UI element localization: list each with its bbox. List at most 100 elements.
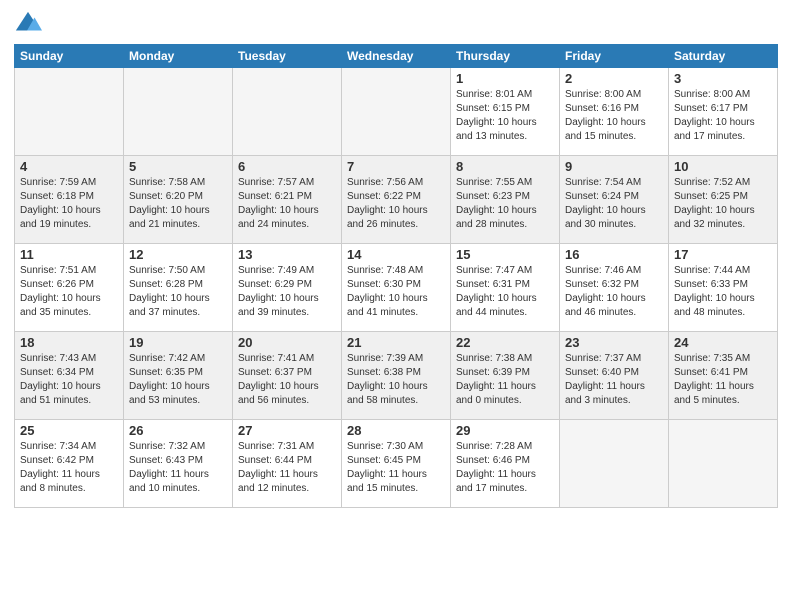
day-info: Sunrise: 7:50 AMSunset: 6:28 PMDaylight:… [129, 264, 227, 320]
day-number: 23 [565, 335, 663, 350]
day-number: 11 [20, 247, 118, 262]
day-number: 2 [565, 71, 663, 86]
day-info: Sunrise: 7:28 AMSunset: 6:46 PMDaylight:… [456, 440, 554, 496]
calendar-day-cell [342, 68, 451, 156]
calendar-day-cell: 15 Sunrise: 7:47 AMSunset: 6:31 PMDayligh… [451, 244, 560, 332]
day-number: 5 [129, 159, 227, 174]
day-number: 18 [20, 335, 118, 350]
calendar-day-cell: 9Sunrise: 7:54 AMSunset: 6:24 PMDaylight… [560, 156, 669, 244]
calendar-day-cell: 5Sunrise: 7:58 AMSunset: 6:20 PMDaylight… [124, 156, 233, 244]
calendar-day-header: Monday [124, 45, 233, 68]
calendar-day-cell: 26 Sunrise: 7:32 AMSunset: 6:43 PMDayligh… [124, 420, 233, 508]
day-info: Sunrise: 7:38 AMSunset: 6:39 PMDaylight:… [456, 352, 554, 408]
calendar-header-row: SundayMondayTuesdayWednesdayThursdayFrid… [15, 45, 778, 68]
day-number: 28 [347, 423, 445, 438]
day-number: 29 [456, 423, 554, 438]
calendar-day-header: Tuesday [233, 45, 342, 68]
day-number: 24 [674, 335, 772, 350]
calendar-day-cell: 13 Sunrise: 7:49 AMSunset: 6:29 PMDayligh… [233, 244, 342, 332]
calendar-week-row: 1Sunrise: 8:01 AMSunset: 6:15 PMDaylight… [15, 68, 778, 156]
day-number: 22 [456, 335, 554, 350]
day-number: 21 [347, 335, 445, 350]
calendar-day-header: Sunday [15, 45, 124, 68]
calendar-day-cell: 1Sunrise: 8:01 AMSunset: 6:15 PMDaylight… [451, 68, 560, 156]
day-number: 20 [238, 335, 336, 350]
day-info: Sunrise: 7:52 AMSunset: 6:25 PMDaylight:… [674, 176, 772, 232]
day-number: 8 [456, 159, 554, 174]
calendar-day-cell: 18 Sunrise: 7:43 AMSunset: 6:34 PMDayligh… [15, 332, 124, 420]
calendar-week-row: 4 Sunrise: 7:59 AMSunset: 6:18 PMDaylight… [15, 156, 778, 244]
day-info: Sunrise: 7:37 AMSunset: 6:40 PMDaylight:… [565, 352, 663, 408]
day-info: Sunrise: 7:46 AMSunset: 6:32 PMDaylight:… [565, 264, 663, 320]
calendar-day-cell: 22 Sunrise: 7:38 AMSunset: 6:39 PMDayligh… [451, 332, 560, 420]
calendar-day-cell: 2 Sunrise: 8:00 AMSunset: 6:16 PMDaylight… [560, 68, 669, 156]
calendar-day-cell: 19 Sunrise: 7:42 AMSunset: 6:35 PMDayligh… [124, 332, 233, 420]
calendar-day-header: Thursday [451, 45, 560, 68]
day-number: 15 [456, 247, 554, 262]
calendar-day-cell [669, 420, 778, 508]
page: SundayMondayTuesdayWednesdayThursdayFrid… [0, 0, 792, 612]
day-number: 17 [674, 247, 772, 262]
calendar-day-cell: 23 Sunrise: 7:37 AMSunset: 6:40 PMDayligh… [560, 332, 669, 420]
day-number: 7 [347, 159, 445, 174]
calendar-day-cell [560, 420, 669, 508]
day-info: Sunrise: 7:41 AMSunset: 6:37 PMDaylight:… [238, 352, 336, 408]
calendar-day-cell: 28 Sunrise: 7:30 AMSunset: 6:45 PMDayligh… [342, 420, 451, 508]
day-number: 25 [20, 423, 118, 438]
calendar-day-cell: 8 Sunrise: 7:55 AMSunset: 6:23 PMDaylight… [451, 156, 560, 244]
calendar-day-cell: 7 Sunrise: 7:56 AMSunset: 6:22 PMDaylight… [342, 156, 451, 244]
day-info: Sunrise: 7:47 AMSunset: 6:31 PMDaylight:… [456, 264, 554, 320]
calendar-week-row: 18 Sunrise: 7:43 AMSunset: 6:34 PMDayligh… [15, 332, 778, 420]
day-info: Sunrise: 7:48 AMSunset: 6:30 PMDaylight:… [347, 264, 445, 320]
calendar-day-header: Friday [560, 45, 669, 68]
calendar-day-cell: 10Sunrise: 7:52 AMSunset: 6:25 PMDayligh… [669, 156, 778, 244]
header [14, 10, 778, 38]
day-number: 19 [129, 335, 227, 350]
day-number: 26 [129, 423, 227, 438]
calendar-day-cell [233, 68, 342, 156]
calendar-day-header: Wednesday [342, 45, 451, 68]
calendar-day-cell: 14 Sunrise: 7:48 AMSunset: 6:30 PMDayligh… [342, 244, 451, 332]
day-info: Sunrise: 7:32 AMSunset: 6:43 PMDaylight:… [129, 440, 227, 496]
day-number: 12 [129, 247, 227, 262]
day-info: Sunrise: 7:31 AMSunset: 6:44 PMDaylight:… [238, 440, 336, 496]
calendar-day-header: Saturday [669, 45, 778, 68]
day-number: 16 [565, 247, 663, 262]
day-info: Sunrise: 7:44 AMSunset: 6:33 PMDaylight:… [674, 264, 772, 320]
day-info: Sunrise: 7:49 AMSunset: 6:29 PMDaylight:… [238, 264, 336, 320]
day-info: Sunrise: 7:59 AMSunset: 6:18 PMDaylight:… [20, 176, 118, 232]
logo-area [14, 10, 46, 38]
calendar-day-cell: 16 Sunrise: 7:46 AMSunset: 6:32 PMDayligh… [560, 244, 669, 332]
calendar-day-cell: 21 Sunrise: 7:39 AMSunset: 6:38 PMDayligh… [342, 332, 451, 420]
day-number: 13 [238, 247, 336, 262]
calendar-day-cell: 27 Sunrise: 7:31 AMSunset: 6:44 PMDayligh… [233, 420, 342, 508]
day-info: Sunrise: 7:30 AMSunset: 6:45 PMDaylight:… [347, 440, 445, 496]
calendar-day-cell: 25 Sunrise: 7:34 AMSunset: 6:42 PMDayligh… [15, 420, 124, 508]
calendar-day-cell [124, 68, 233, 156]
day-info: Sunrise: 8:00 AMSunset: 6:16 PMDaylight:… [565, 88, 663, 144]
day-info: Sunrise: 7:57 AMSunset: 6:21 PMDaylight:… [238, 176, 336, 232]
day-number: 9 [565, 159, 663, 174]
day-info: Sunrise: 7:42 AMSunset: 6:35 PMDaylight:… [129, 352, 227, 408]
calendar-day-cell: 4 Sunrise: 7:59 AMSunset: 6:18 PMDaylight… [15, 156, 124, 244]
calendar-day-cell: 12 Sunrise: 7:50 AMSunset: 6:28 PMDayligh… [124, 244, 233, 332]
day-number: 14 [347, 247, 445, 262]
day-number: 6 [238, 159, 336, 174]
day-info: Sunrise: 7:34 AMSunset: 6:42 PMDaylight:… [20, 440, 118, 496]
calendar-day-cell: 24Sunrise: 7:35 AMSunset: 6:41 PMDayligh… [669, 332, 778, 420]
calendar-day-cell: 6 Sunrise: 7:57 AMSunset: 6:21 PMDaylight… [233, 156, 342, 244]
day-number: 4 [20, 159, 118, 174]
day-info: Sunrise: 7:43 AMSunset: 6:34 PMDaylight:… [20, 352, 118, 408]
calendar-day-cell: 29 Sunrise: 7:28 AMSunset: 6:46 PMDayligh… [451, 420, 560, 508]
calendar-day-cell: 3Sunrise: 8:00 AMSunset: 6:17 PMDaylight… [669, 68, 778, 156]
day-info: Sunrise: 7:56 AMSunset: 6:22 PMDaylight:… [347, 176, 445, 232]
day-number: 1 [456, 71, 554, 86]
day-number: 27 [238, 423, 336, 438]
day-info: Sunrise: 8:00 AMSunset: 6:17 PMDaylight:… [674, 88, 772, 144]
day-info: Sunrise: 7:39 AMSunset: 6:38 PMDaylight:… [347, 352, 445, 408]
calendar-week-row: 25 Sunrise: 7:34 AMSunset: 6:42 PMDayligh… [15, 420, 778, 508]
calendar-day-cell: 20 Sunrise: 7:41 AMSunset: 6:37 PMDayligh… [233, 332, 342, 420]
day-info: Sunrise: 7:55 AMSunset: 6:23 PMDaylight:… [456, 176, 554, 232]
day-info: Sunrise: 7:51 AMSunset: 6:26 PMDaylight:… [20, 264, 118, 320]
calendar-day-cell [15, 68, 124, 156]
